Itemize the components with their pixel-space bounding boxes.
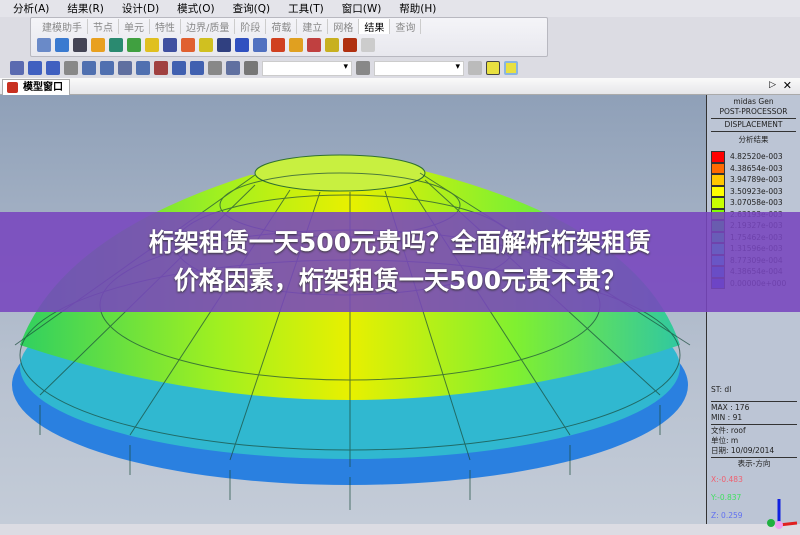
legend-entry: 4.38654e-003 [707, 162, 800, 174]
lock-icon[interactable] [504, 61, 518, 75]
arrange-icon[interactable] [468, 61, 482, 75]
mode-shape-icon[interactable] [109, 38, 123, 52]
axis-triad-icon [767, 499, 798, 529]
legend-entry: 3.50923e-003 [707, 185, 800, 197]
menu-analysis[interactable]: 分析(A) [4, 1, 58, 16]
unit-label: 单位: m [711, 436, 739, 445]
tab-property[interactable]: 特性 [150, 18, 181, 34]
force-icon[interactable] [127, 38, 141, 52]
beam-icon[interactable] [73, 38, 87, 52]
menu-bar: 分析(A) 结果(R) 设计(D) 模式(O) 查询(Q) 工具(T) 窗口(W… [0, 0, 800, 17]
select-all-icon[interactable] [118, 61, 132, 75]
panel-processor: POST-PROCESSOR [719, 107, 788, 116]
panel-subtitle: 分析结果 [738, 135, 769, 144]
legend-value: 4.38654e-003 [730, 163, 783, 173]
midas-logo-icon [7, 82, 18, 93]
wave-icon[interactable] [361, 38, 375, 52]
ribbon-tabs: 建模助手 节点 单元 特性 边界/质量 阶段 荷载 建立 网格 结果 查询 [31, 18, 547, 34]
menu-mode[interactable]: 模式(O) [168, 1, 223, 16]
moment-icon[interactable] [217, 38, 231, 52]
edit-icon[interactable] [154, 61, 168, 75]
tab-results[interactable]: 结果 [359, 18, 391, 34]
unselect-all-icon[interactable] [226, 61, 240, 75]
tab-build[interactable]: 建立 [297, 18, 329, 34]
solid-icon[interactable] [343, 38, 357, 52]
selection-combo[interactable]: ▾ [262, 60, 352, 76]
tab-mesh[interactable]: 网格 [328, 18, 360, 34]
tab-element[interactable]: 单元 [119, 18, 150, 34]
result-icon[interactable] [253, 38, 267, 52]
legend-swatch [711, 185, 725, 197]
close-icon[interactable]: ✕ [783, 79, 792, 92]
menu-query[interactable]: 查询(Q) [224, 1, 279, 16]
tab-query[interactable]: 查询 [390, 18, 422, 34]
unselect-icon[interactable] [172, 61, 186, 75]
menu-design[interactable]: 设计(D) [113, 1, 168, 16]
document-tab-bar: 模型窗口 ▷ ✕ [0, 78, 800, 95]
panel-app-name: midas Gen [733, 97, 774, 106]
article-title-banner: 桁架租赁一天500元贵吗？全面解析桁架租赁 价格因素，桁架租赁一天500元贵不贵… [0, 212, 800, 312]
plate-stress-icon[interactable] [289, 38, 303, 52]
select-window-icon[interactable] [28, 61, 42, 75]
step-label: ST: dl [711, 385, 732, 394]
select-volume-icon[interactable] [100, 61, 114, 75]
select-intersect-icon[interactable] [64, 61, 78, 75]
element-combo[interactable]: ▾ [374, 60, 464, 76]
spring-icon[interactable] [325, 38, 339, 52]
view-direction-label: 表示-方向 [737, 459, 771, 468]
legend-swatch [711, 174, 725, 186]
unselect-window-icon[interactable] [190, 61, 204, 75]
max-label: MAX : 176 [711, 403, 750, 412]
frame-icon[interactable] [91, 38, 105, 52]
unlock-icon[interactable] [486, 61, 500, 75]
tab-node[interactable]: 节点 [88, 18, 119, 34]
deform-icon[interactable] [163, 38, 177, 52]
legend-entry: 4.82520e-003 [707, 151, 800, 163]
banner-line-1: 桁架租赁一天500元贵吗？全面解析桁架租赁 [148, 228, 652, 257]
diagram-icon[interactable] [307, 38, 321, 52]
tab-stage[interactable]: 阶段 [235, 18, 267, 34]
menu-results[interactable]: 结果(R) [58, 1, 113, 16]
panel-result-type: DISPLACEMENT [724, 120, 783, 129]
x-direction: X:-0.483 [711, 475, 743, 484]
legend-value: 4.82520e-003 [730, 152, 783, 162]
menu-tools[interactable]: 工具(T) [279, 1, 333, 16]
node-icon[interactable] [244, 61, 258, 75]
zoom-fit-icon[interactable] [136, 61, 150, 75]
legend-value: 3.07058e-003 [730, 198, 783, 208]
ribbon: 建模助手 节点 单元 特性 边界/质量 阶段 荷载 建立 网格 结果 查询 [30, 17, 548, 57]
tab-model-window[interactable]: 模型窗口 [2, 79, 70, 95]
select-plane-icon[interactable] [82, 61, 96, 75]
stress-icon[interactable] [145, 38, 159, 52]
legend-swatch [711, 197, 725, 209]
tab-modeling[interactable]: 建模助手 [37, 18, 88, 34]
file-label: 文件: roof [711, 426, 746, 435]
reaction-icon[interactable] [37, 38, 51, 52]
truss-icon[interactable] [235, 38, 249, 52]
select-polygon-icon[interactable] [46, 61, 60, 75]
view-toolbar: ▾ ▾ [0, 58, 520, 78]
ribbon-toolbar [31, 34, 547, 56]
menu-window[interactable]: 窗口(W) [333, 1, 391, 16]
banner-line-2: 价格因素，桁架租赁一天500元贵不贵？ [173, 266, 627, 295]
tab-load[interactable]: 荷载 [266, 18, 298, 34]
plate-icon[interactable] [199, 38, 213, 52]
element-icon[interactable] [356, 61, 370, 75]
legend-entry: 3.07058e-003 [707, 197, 800, 209]
legend-swatch [711, 151, 725, 163]
displacement-icon[interactable] [55, 38, 69, 52]
beam-stress-icon[interactable] [271, 38, 285, 52]
legend-entry: 3.94789e-003 [707, 174, 800, 186]
min-label: MIN : 91 [711, 413, 743, 422]
legend-swatch [711, 162, 725, 174]
menu-help[interactable]: 帮助(H) [390, 1, 445, 16]
date-label: 日期: 10/09/2014 [711, 446, 775, 455]
select-node-icon[interactable] [10, 61, 24, 75]
legend-value: 3.50923e-003 [730, 186, 783, 196]
contour-icon[interactable] [181, 38, 195, 52]
tab-menu-icon[interactable]: ▷ [769, 80, 776, 90]
tab-boundary[interactable]: 边界/质量 [181, 18, 236, 34]
legend-value: 3.94789e-003 [730, 175, 783, 185]
unselect-intersect-icon[interactable] [208, 61, 222, 75]
